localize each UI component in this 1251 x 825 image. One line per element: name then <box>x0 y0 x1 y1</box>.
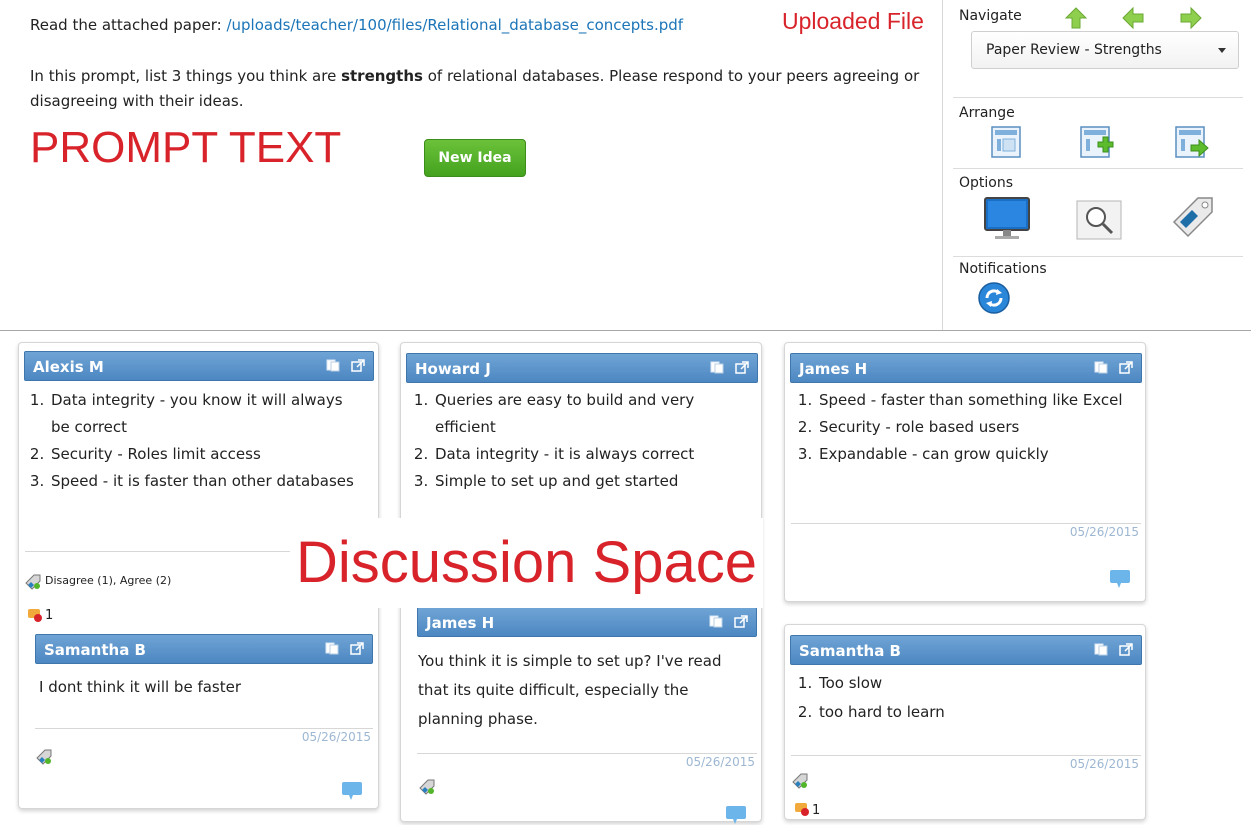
vote-summary: Disagree (1), Agree (2) <box>45 574 172 587</box>
copy-icon[interactable] <box>325 642 339 655</box>
control-panel: Navigate Paper Review - Strengths Arrang… <box>942 0 1251 330</box>
card-author: Alexis M <box>33 358 104 376</box>
card-content: Queries are easy to build and very effic… <box>407 387 747 495</box>
attached-file-link[interactable]: /uploads/teacher/100/files/Relational_da… <box>226 16 683 34</box>
reply-count: 1 <box>45 608 54 623</box>
copy-icon[interactable] <box>709 615 723 628</box>
card-author: James H <box>799 360 868 378</box>
refresh-icon[interactable] <box>977 281 1011 315</box>
vote-tag-icon[interactable] <box>419 779 435 795</box>
external-link-icon[interactable] <box>1119 643 1133 656</box>
card-content: Data integrity - you know it will always… <box>23 387 363 495</box>
reply-header[interactable]: James H <box>417 607 757 637</box>
external-link-icon[interactable] <box>735 361 749 374</box>
arrow-up-icon[interactable] <box>1064 6 1088 30</box>
list-item: Expandable - can grow quickly <box>817 441 1131 468</box>
arrow-right-icon[interactable] <box>1179 6 1203 30</box>
list-item: Too slow <box>817 669 1131 698</box>
card-author: Howard J <box>415 360 491 378</box>
list-item: Security - Roles limit access <box>49 441 363 468</box>
vote-tag-icon[interactable] <box>25 574 41 590</box>
card-header[interactable]: Howard J <box>406 353 758 383</box>
card-author: Samantha B <box>799 642 901 660</box>
reply-count-icon[interactable] <box>27 607 43 623</box>
caret-down-icon <box>1218 48 1226 53</box>
tag-icon[interactable] <box>1168 194 1216 242</box>
panel-divider <box>953 256 1243 257</box>
reply-count-icon[interactable] <box>794 801 810 817</box>
layout-icon[interactable] <box>991 126 1021 158</box>
section-divider <box>0 330 1251 331</box>
card-header[interactable]: James H <box>790 353 1142 383</box>
card-divider <box>791 523 1141 524</box>
card-header[interactable]: Samantha B <box>790 635 1142 665</box>
layout-move-icon[interactable] <box>1175 126 1209 160</box>
post-date: 05/26/2015 <box>301 730 371 744</box>
card-author: Samantha B <box>44 641 146 659</box>
post-date: 05/26/2015 <box>1069 525 1139 539</box>
external-link-icon[interactable] <box>734 615 748 628</box>
arrange-heading: Arrange <box>959 105 1015 121</box>
read-prefix: Read the attached paper: <box>30 16 222 34</box>
list-item: Speed - faster than something like Excel <box>817 387 1131 414</box>
monitor-icon[interactable] <box>983 196 1031 242</box>
copy-icon[interactable] <box>326 359 340 372</box>
comment-bubble-icon[interactable] <box>341 781 363 801</box>
options-heading: Options <box>959 175 1014 191</box>
reply-header[interactable]: Samantha B <box>35 634 373 664</box>
idea-card: Samantha B Too slow too hard to learn 05… <box>784 624 1146 820</box>
new-idea-button[interactable]: New Idea <box>424 139 526 177</box>
vote-tag-icon[interactable] <box>792 773 808 789</box>
discussion-space-annotation: Discussion Space <box>290 518 763 608</box>
uploaded-file-annotation: Uploaded File <box>782 8 924 34</box>
prompt-text-annotation: PROMPT TEXT <box>30 123 342 172</box>
card-divider <box>791 755 1141 756</box>
card-content: Speed - faster than something like Excel… <box>791 387 1131 468</box>
list-item: too hard to learn <box>817 698 1131 727</box>
arrow-left-icon[interactable] <box>1121 6 1145 30</box>
list-item: Security - role based users <box>817 414 1131 441</box>
list-item: Data integrity - it is always correct <box>433 441 747 468</box>
zoom-magnifier-icon[interactable] <box>1076 200 1122 240</box>
list-item: Data integrity - you know it will always… <box>49 387 363 441</box>
reply-content: You think it is simple to set up? I've r… <box>418 652 722 728</box>
layout-add-icon[interactable] <box>1080 126 1114 160</box>
idea-card: James H Speed - faster than something li… <box>784 342 1146 602</box>
card-divider <box>35 728 373 729</box>
comment-bubble-icon[interactable] <box>725 805 747 825</box>
prompt-body: In this prompt, list 3 things you think … <box>30 67 920 110</box>
list-item: Simple to set up and get started <box>433 468 747 495</box>
reply-content: I dont think it will be faster <box>39 678 242 696</box>
panel-divider <box>953 97 1243 98</box>
card-divider <box>417 753 757 754</box>
card-author: James H <box>426 614 495 632</box>
card-header[interactable]: Alexis M <box>24 351 374 381</box>
external-link-icon[interactable] <box>350 642 364 655</box>
comment-bubble-icon[interactable] <box>1109 569 1131 589</box>
reply-count: 1 <box>812 803 821 818</box>
list-item: Speed - it is faster than other database… <box>49 468 363 495</box>
notifications-heading: Notifications <box>959 261 1047 277</box>
external-link-icon[interactable] <box>1119 361 1133 374</box>
list-item: Queries are easy to build and very effic… <box>433 387 747 441</box>
navigate-select[interactable]: Paper Review - Strengths <box>971 31 1239 69</box>
copy-icon[interactable] <box>1094 361 1108 374</box>
post-date: 05/26/2015 <box>685 755 755 769</box>
navigate-heading: Navigate <box>959 8 1022 24</box>
panel-divider <box>953 168 1243 169</box>
card-content: Too slow too hard to learn <box>791 669 1131 727</box>
copy-icon[interactable] <box>1094 643 1108 656</box>
post-date: 05/26/2015 <box>1069 757 1139 771</box>
external-link-icon[interactable] <box>351 359 365 372</box>
vote-tag-icon[interactable] <box>36 749 52 765</box>
copy-icon[interactable] <box>710 361 724 374</box>
attached-paper-line: Read the attached paper: /uploads/teache… <box>30 16 683 34</box>
